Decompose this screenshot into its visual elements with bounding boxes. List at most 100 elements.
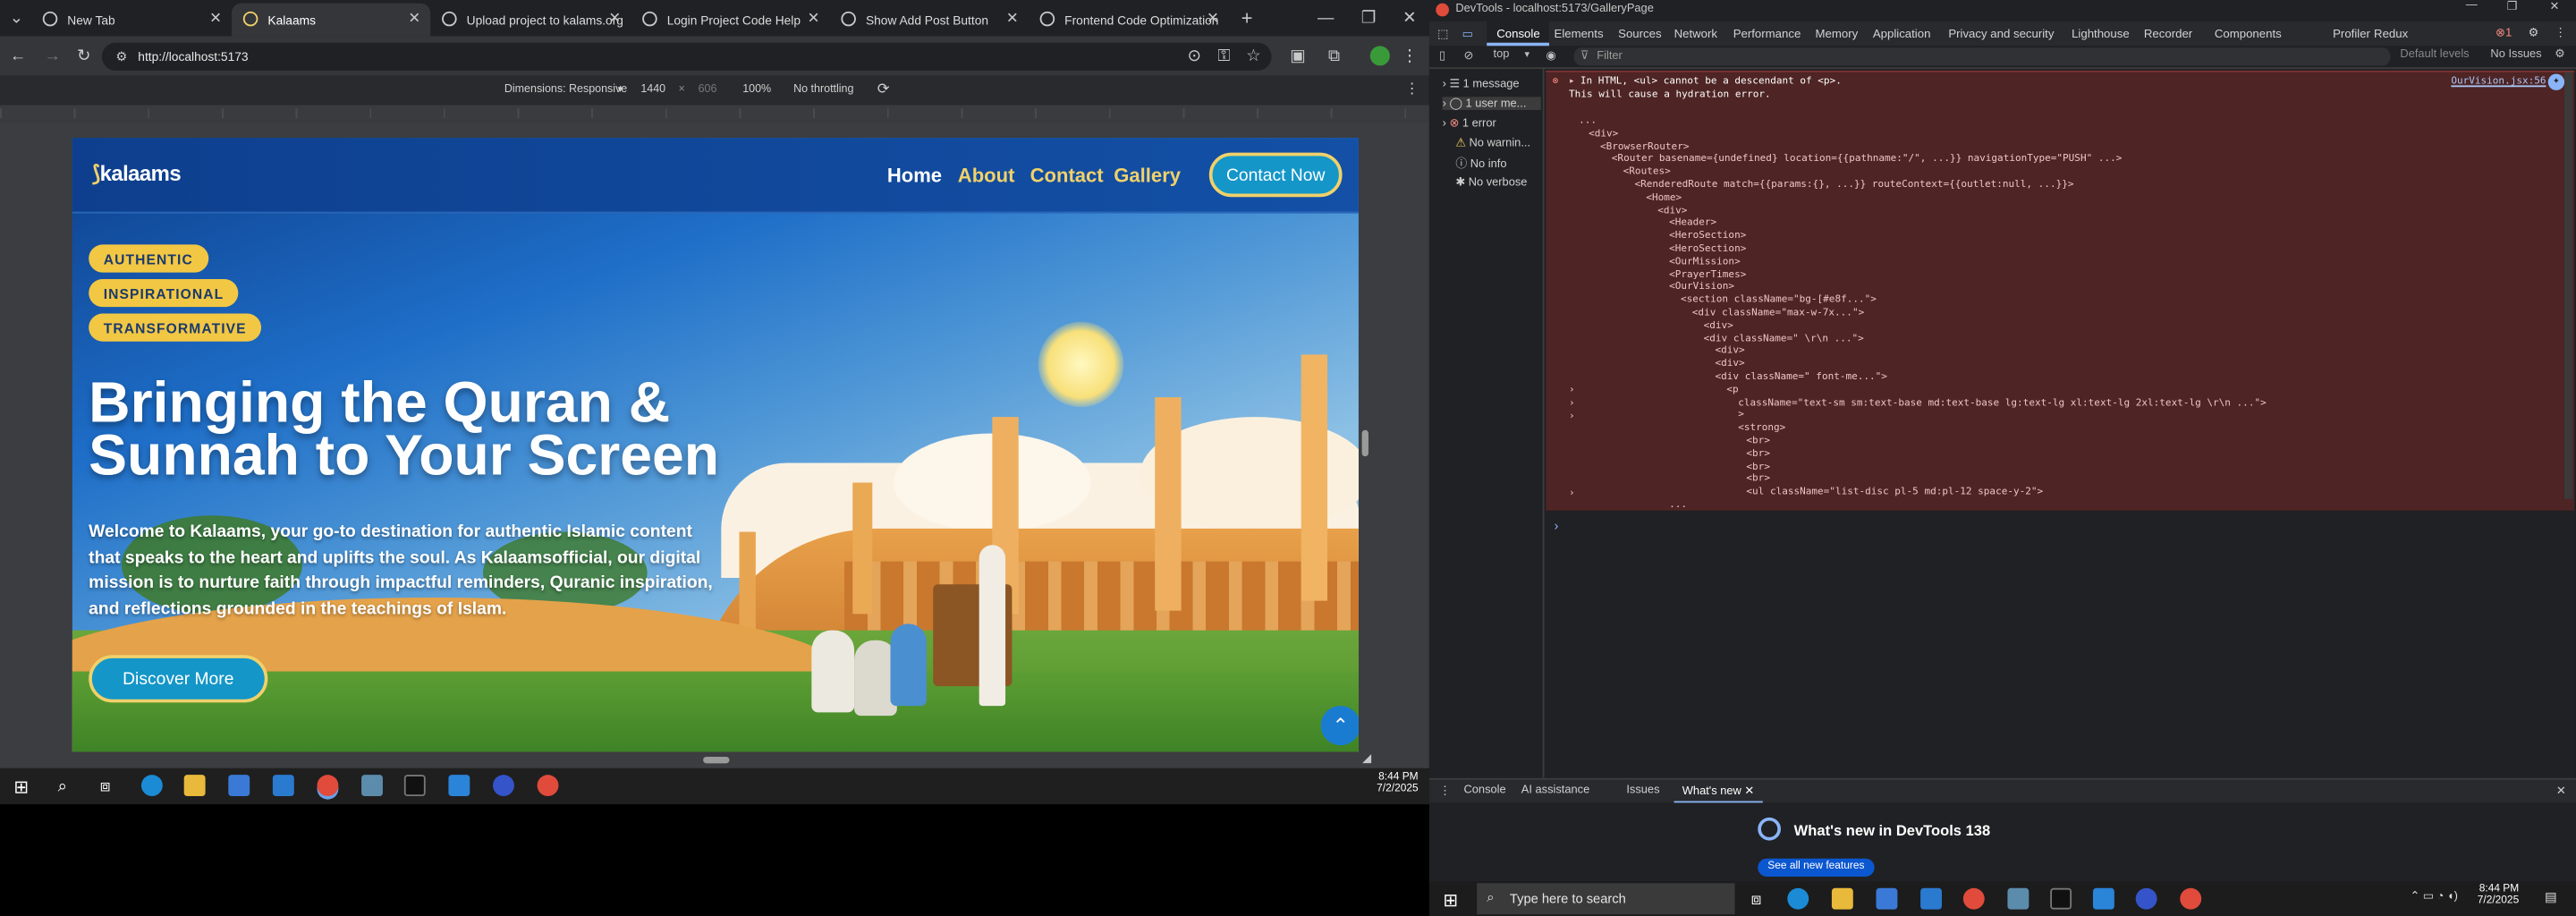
dimensions-select[interactable]: Dimensions: Responsive (504, 84, 627, 96)
scrollbar[interactable] (2564, 72, 2573, 499)
tab-network[interactable]: Network (1674, 26, 1717, 41)
close-window-icon[interactable]: ✕ (2550, 0, 2560, 13)
address-bar[interactable]: ⚙ http://localhost:5173 ⊙ ⚿ ☆ (101, 42, 1272, 71)
expand-arrow-icon[interactable]: › (1569, 397, 1575, 409)
notification-icon[interactable]: ▤ (2545, 890, 2557, 905)
expand-arrow-icon[interactable]: › (1569, 384, 1575, 395)
more-menu-icon[interactable]: ⋮ (1402, 46, 1418, 65)
new-tab-icon[interactable]: + (1235, 6, 1258, 30)
mail-icon[interactable] (1920, 887, 1942, 910)
close-icon[interactable]: ✕ (608, 10, 621, 28)
filter-input[interactable]: ⊽ Filter (1573, 47, 2391, 66)
back-icon[interactable]: ← (8, 46, 28, 65)
store-icon[interactable] (228, 775, 250, 797)
issues-counter[interactable]: No Issues (2490, 49, 2541, 61)
more-options-icon[interactable]: ⋮ (2555, 25, 2566, 40)
sidebar-warnings[interactable]: ⚠ No warnin... (1455, 136, 1530, 149)
windows-start-icon[interactable]: ⊞ (10, 775, 33, 798)
taskbar-clock[interactable]: 8:44 PM 7/2/2025 (2478, 883, 2519, 906)
extension-icon[interactable]: ▣ (1288, 46, 1308, 65)
site-info-icon[interactable]: ⚙ (114, 47, 130, 64)
sidebar-toggle-icon[interactable]: ▯ (1439, 49, 1445, 63)
location-icon[interactable]: ⊙ (1186, 47, 1202, 64)
tab-elements[interactable]: Elements (1555, 26, 1604, 41)
sidebar-errors[interactable]: › ⊗ 1 error (1443, 116, 1496, 130)
throttle-select[interactable]: No throttling (793, 84, 853, 96)
levels-select[interactable]: Default levels (2400, 49, 2469, 61)
vscode-icon[interactable] (2092, 887, 2114, 910)
tab-lighthouse[interactable]: Lighthouse (2072, 26, 2130, 41)
minimize-icon[interactable]: — (2466, 0, 2478, 12)
tab-redux[interactable]: Redux (2374, 26, 2408, 41)
close-icon[interactable]: ✕ (1207, 10, 1219, 28)
rotate-icon[interactable]: ⟳ (877, 81, 890, 98)
bookmark-star-icon[interactable]: ☆ (1245, 47, 1261, 64)
sidebar-messages[interactable]: › ☰ 1 message (1443, 77, 1520, 90)
app-icon[interactable] (361, 775, 383, 797)
tab-application[interactable]: Application (1873, 26, 1931, 41)
clear-console-icon[interactable]: ⊘ (1463, 49, 1473, 63)
expand-arrow-icon[interactable]: › (1569, 411, 1575, 422)
reload-icon[interactable]: ↻ (74, 46, 94, 65)
vscode-icon[interactable] (448, 775, 470, 797)
forward-icon[interactable]: → (43, 46, 63, 65)
zoom-app-icon[interactable] (2135, 887, 2157, 910)
close-icon[interactable]: ✕ (209, 10, 222, 28)
app-icon[interactable] (2007, 887, 2029, 910)
settings-gear-icon[interactable]: ⚙ (2529, 25, 2539, 40)
see-all-features-button[interactable]: See all new features (1758, 858, 1875, 877)
profile-avatar[interactable] (1369, 46, 1390, 66)
edge-icon[interactable] (1787, 887, 1809, 910)
nav-gallery[interactable]: Gallery (1114, 165, 1181, 188)
nav-about[interactable]: About (958, 165, 1015, 188)
discover-more-button[interactable]: Discover More (89, 655, 268, 703)
expand-triangle-icon[interactable]: ▸ (1569, 75, 1575, 87)
minimize-icon[interactable]: — (1314, 6, 1337, 30)
resize-handle-bottom[interactable] (703, 756, 730, 764)
source-link[interactable]: OurVision.jsx:56 (2451, 75, 2546, 87)
drawer-tab-issues[interactable]: Issues (1626, 785, 1659, 796)
tab-search-icon[interactable]: ⌄ (6, 8, 26, 28)
zoom-select[interactable]: 100% (742, 84, 771, 96)
file-explorer-icon[interactable] (183, 775, 206, 797)
contact-now-button[interactable]: Contact Now (1208, 152, 1343, 198)
height-input[interactable]: 606 (699, 84, 717, 96)
console-settings-icon[interactable]: ⚙ (2555, 47, 2565, 61)
width-input[interactable]: 1440 (640, 84, 665, 96)
site-logo[interactable]: ⟆kalaams (92, 161, 182, 187)
close-icon[interactable]: ✕ (808, 10, 820, 28)
extensions-puzzle-icon[interactable]: ⧉ (1324, 46, 1343, 65)
more-options-icon[interactable]: ⋮ (1404, 81, 1419, 98)
scroll-to-top-button[interactable]: ⌃ (1320, 706, 1359, 746)
chrome-icon[interactable] (537, 775, 559, 797)
ai-explain-icon[interactable]: ✦ (2547, 73, 2565, 90)
drawer-tab-ai[interactable]: AI assistance (1521, 785, 1589, 796)
mail-icon[interactable] (272, 775, 294, 797)
tab-frontend-opt[interactable]: Frontend Code Optimization ✕ (1029, 4, 1229, 37)
tab-performance[interactable]: Performance (1733, 26, 1801, 41)
zoom-app-icon[interactable] (493, 775, 514, 797)
close-drawer-icon[interactable]: ✕ (2556, 785, 2566, 798)
terminal-icon[interactable] (403, 775, 426, 797)
sidebar-user-messages[interactable]: › ◯ 1 user me... (1442, 97, 1541, 110)
tab-profiler[interactable]: Profiler (2333, 26, 2370, 41)
nav-home[interactable]: Home (887, 165, 942, 188)
console-prompt-icon[interactable]: › (1555, 519, 1559, 534)
edge-icon[interactable] (140, 775, 163, 797)
chrome-icon[interactable] (2180, 887, 2202, 910)
resize-corner-icon[interactable]: ◢ (1360, 751, 1374, 765)
context-select[interactable]: top (1494, 49, 1510, 61)
close-window-icon[interactable]: ✕ (1398, 6, 1421, 30)
tab-show-add-post[interactable]: Show Add Post Button ✕ (830, 4, 1029, 37)
eye-icon[interactable]: ◉ (1546, 49, 1555, 63)
sidebar-verbose[interactable]: ✱ No verbose (1455, 175, 1527, 189)
tab-components[interactable]: Components (2215, 26, 2282, 41)
tab-new-tab[interactable]: New Tab ✕ (31, 4, 232, 37)
close-icon[interactable]: ✕ (1006, 10, 1019, 28)
task-view-icon[interactable]: ⧈ (94, 775, 117, 798)
store-icon[interactable] (1876, 887, 1898, 910)
tab-upload-project[interactable]: Upload project to kalams.org ✕ (430, 4, 631, 37)
chrome-icon[interactable] (317, 775, 339, 797)
tab-sources[interactable]: Sources (1618, 26, 1661, 41)
password-icon[interactable]: ⚿ (1216, 47, 1232, 64)
